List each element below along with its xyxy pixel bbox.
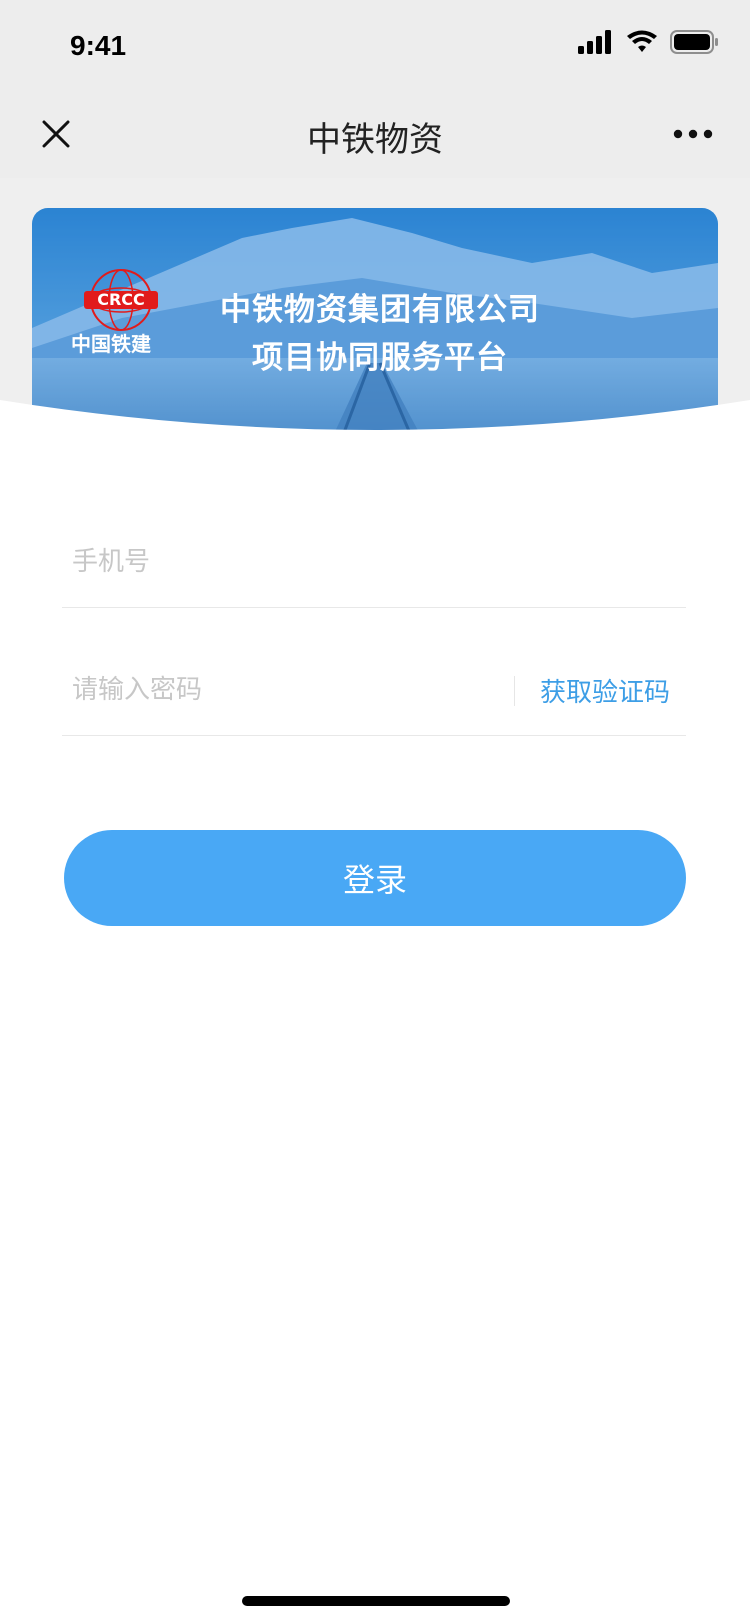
- signal-icon: [578, 30, 611, 54]
- status-icons: [578, 30, 720, 54]
- phone-field: [62, 512, 686, 608]
- login-button[interactable]: 登录: [64, 830, 686, 926]
- nav-bar: 中铁物资: [0, 92, 750, 178]
- svg-text:CRCC: CRCC: [97, 290, 145, 309]
- logo-text: 中国铁建: [71, 332, 151, 356]
- more-icon[interactable]: [672, 126, 714, 142]
- top-bar: 9:41 中铁物资: [0, 0, 750, 178]
- phone-input[interactable]: [72, 542, 492, 582]
- password-input[interactable]: [72, 670, 492, 710]
- banner-title-line1: 中铁物资集团有限公司: [220, 292, 540, 328]
- home-indicator: [242, 1596, 510, 1606]
- field-divider: [514, 676, 515, 706]
- status-time: 9:41: [70, 30, 127, 61]
- battery-icon: [670, 30, 718, 54]
- password-field: 获取验证码: [62, 640, 686, 736]
- banner-curve: [0, 400, 750, 460]
- get-code-button[interactable]: 获取验证码: [540, 672, 670, 709]
- wifi-icon: [627, 30, 657, 52]
- page-title: 中铁物资: [307, 120, 443, 160]
- banner-title-line2: 项目协同服务平台: [252, 340, 508, 376]
